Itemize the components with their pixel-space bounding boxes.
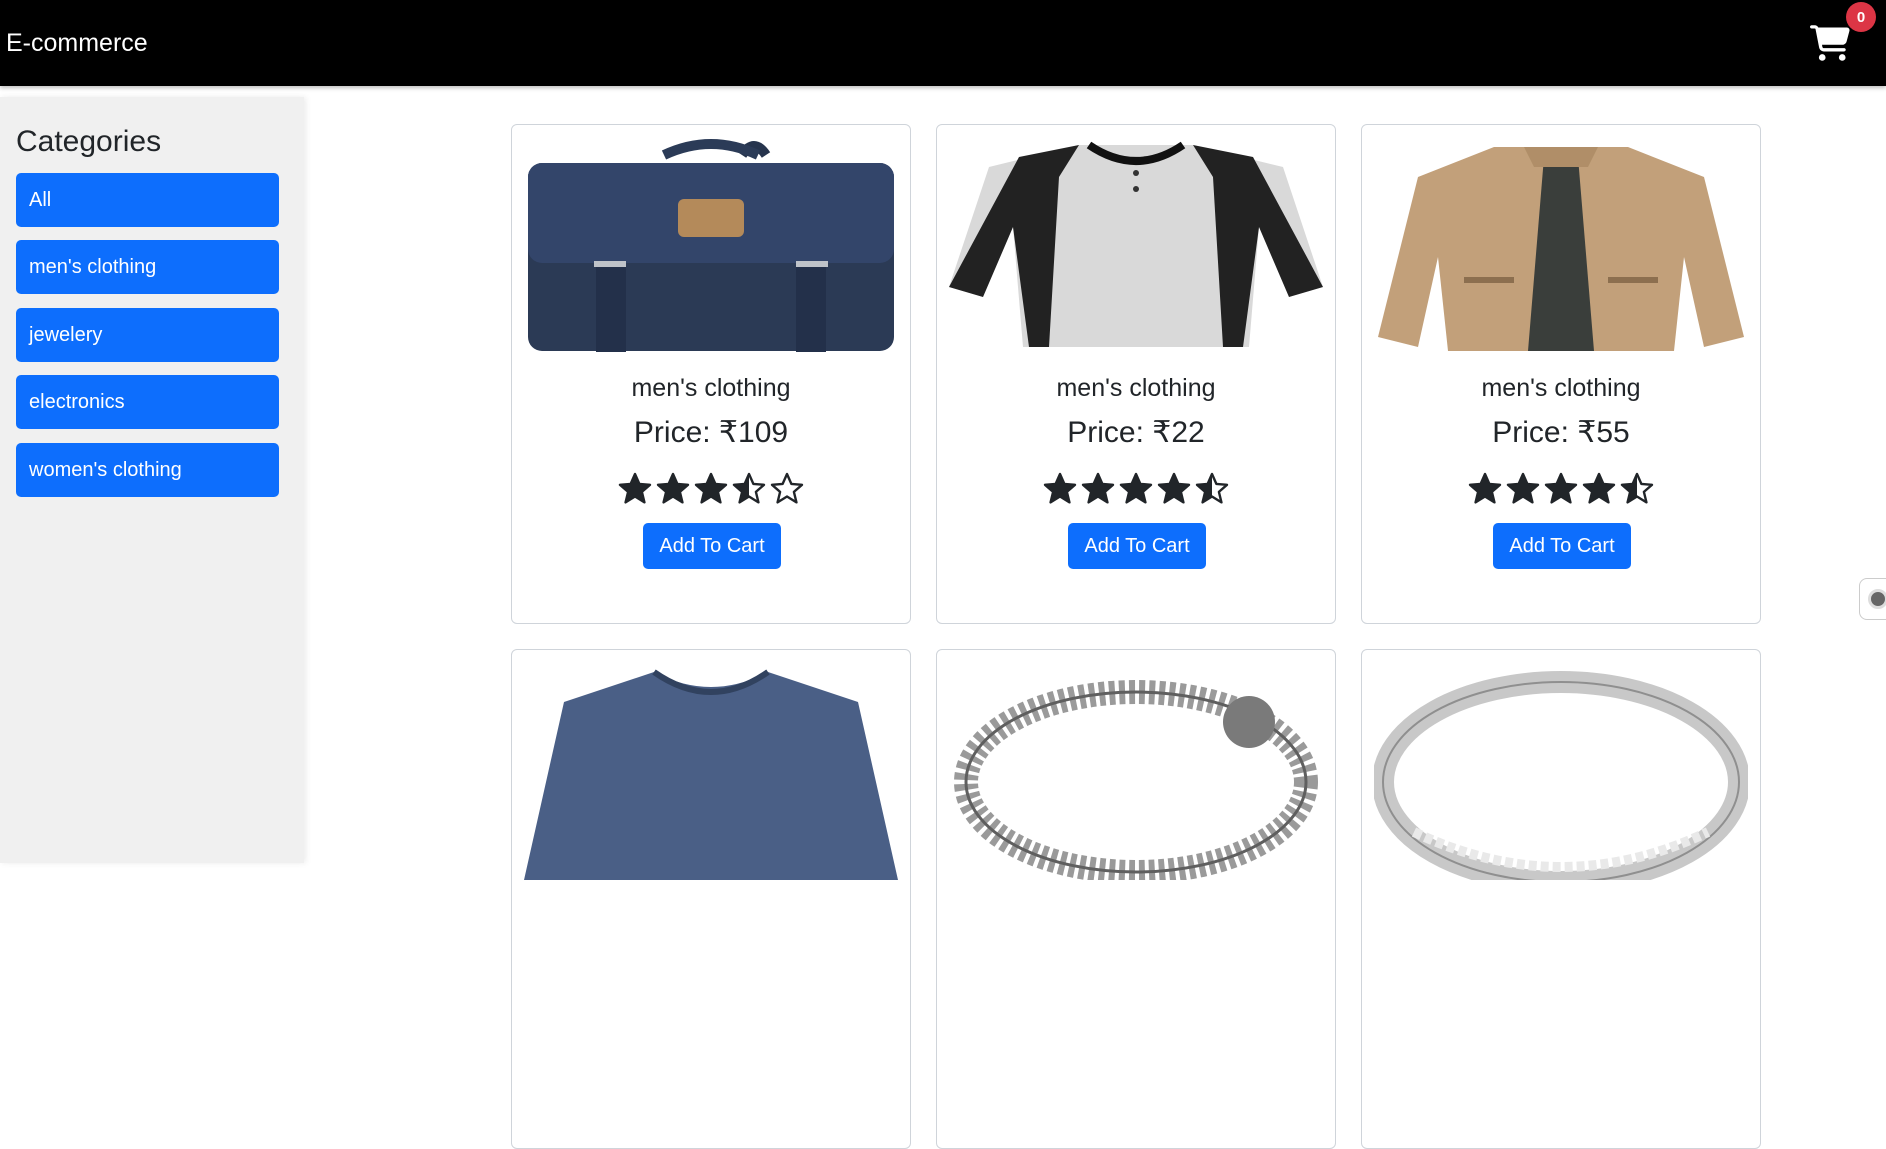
star-half-icon (1195, 472, 1229, 504)
star-empty-icon (770, 472, 804, 504)
star-full-icon (656, 472, 690, 504)
category-womens-clothing-button[interactable]: women's clothing (16, 443, 279, 497)
product-card (511, 649, 911, 1149)
navbar: E-commerce 0 (0, 0, 1886, 86)
star-full-icon (1544, 472, 1578, 504)
star-full-icon (618, 472, 652, 504)
category-electronics-button[interactable]: electronics (16, 375, 279, 429)
category-jewelery-button[interactable]: jewelery (16, 308, 279, 362)
star-full-icon (1119, 472, 1153, 504)
add-to-cart-button[interactable]: Add To Cart (1493, 523, 1631, 569)
star-half-icon (1620, 472, 1654, 504)
product-category: men's clothing (1481, 374, 1641, 402)
cart-count-badge: 0 (1846, 2, 1876, 32)
jacket-image[interactable] (1374, 137, 1748, 355)
product-category: men's clothing (1056, 374, 1216, 402)
product-card (1361, 649, 1761, 1149)
star-full-icon (1081, 472, 1115, 504)
sidebar: Categories All men's clothing jewelery e… (0, 97, 304, 863)
product-card (936, 649, 1336, 1149)
star-full-icon (1157, 472, 1191, 504)
cart-button[interactable] (1810, 24, 1850, 62)
product-price: Price: ₹22 (1067, 416, 1205, 449)
category-mens-clothing-button[interactable]: men's clothing (16, 240, 279, 294)
product-category: men's clothing (631, 374, 791, 402)
add-to-cart-button[interactable]: Add To Cart (643, 523, 781, 569)
product-price: Price: ₹55 (1492, 416, 1630, 449)
product-card: men's clothing Price: ₹109 Add To Cart (511, 124, 911, 624)
add-to-cart-button[interactable]: Add To Cart (1068, 523, 1206, 569)
rating-stars (1362, 471, 1760, 507)
floating-side-tab[interactable] (1859, 578, 1886, 620)
star-full-icon (1506, 472, 1540, 504)
categories-heading: Categories (16, 125, 162, 158)
dragon-bracelet-image[interactable] (949, 662, 1323, 880)
circle-icon (1868, 589, 1886, 609)
rating-stars (512, 471, 910, 507)
product-price: Price: ₹109 (633, 416, 789, 449)
cart-icon (1810, 25, 1850, 61)
product-card: men's clothing Price: ₹55 Add To Cart (1361, 124, 1761, 624)
star-full-icon (1582, 472, 1616, 504)
rating-stars (937, 471, 1335, 507)
longsleeve-shirt-image[interactable] (524, 662, 898, 880)
backpack-image[interactable] (524, 137, 898, 355)
raglan-tshirt-image[interactable] (949, 137, 1323, 355)
diamond-ring-image[interactable] (1374, 662, 1748, 880)
star-half-icon (732, 472, 766, 504)
product-card: men's clothing Price: ₹22 Add To Cart (936, 124, 1336, 624)
star-full-icon (694, 472, 728, 504)
brand-logo[interactable]: E-commerce (6, 27, 148, 59)
category-all-button[interactable]: All (16, 173, 279, 227)
star-full-icon (1043, 472, 1077, 504)
star-full-icon (1468, 472, 1502, 504)
